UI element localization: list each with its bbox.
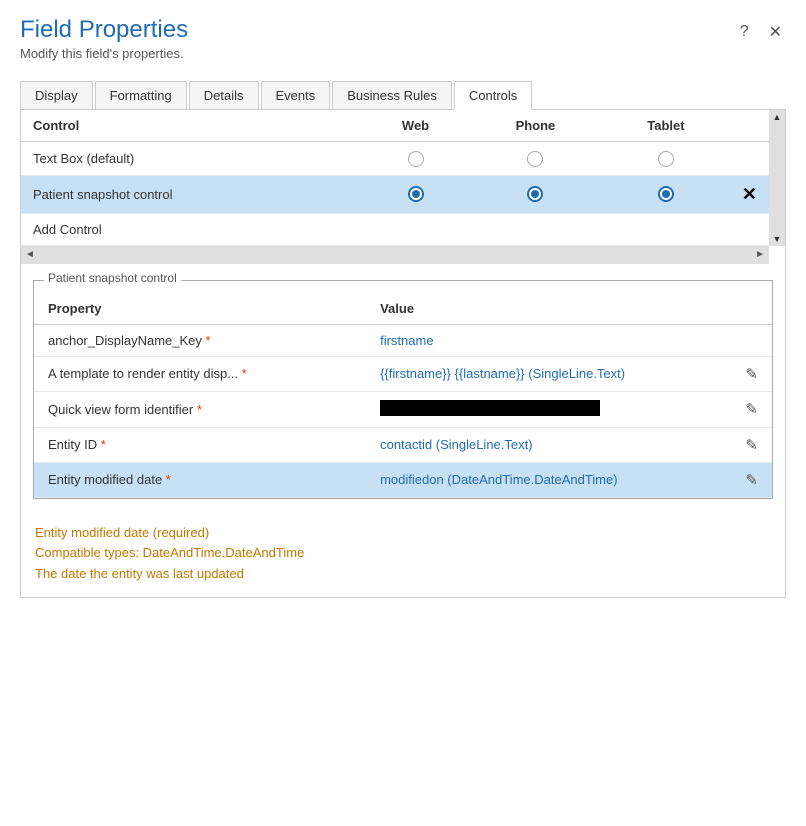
property-row[interactable]: A template to render entity disp... * {{… xyxy=(34,356,772,391)
prop-name: A template to render entity disp... * xyxy=(34,356,366,391)
edit-cell[interactable]: ✎ xyxy=(731,356,772,391)
add-control-label[interactable]: Add Control xyxy=(21,213,362,245)
tab-formatting[interactable]: Formatting xyxy=(95,81,187,109)
delete-cell[interactable]: ✕ xyxy=(730,175,769,213)
required-star: * xyxy=(166,472,171,487)
prop-name: Entity ID * xyxy=(34,427,366,462)
prop-name: Quick view form identifier * xyxy=(34,391,366,427)
property-table: Property Value anchor_DisplayName_Key * … xyxy=(34,293,772,498)
prop-value: modifiedon (DateAndTime.DateAndTime) xyxy=(366,462,731,497)
edit-cell[interactable]: ✎ xyxy=(731,462,772,497)
table-row[interactable]: Patient snapshot control ✕ xyxy=(21,175,769,213)
add-control-row[interactable]: Add Control xyxy=(21,213,769,245)
tabs: Display Formatting Details Events Busine… xyxy=(20,81,786,109)
property-row-selected[interactable]: Entity modified date * modifiedon (DateA… xyxy=(34,462,772,497)
scroll-up-arrow[interactable]: ▲ xyxy=(769,110,785,124)
value-header: Value xyxy=(366,293,731,325)
web-radio-filled[interactable] xyxy=(362,175,469,213)
property-row[interactable]: anchor_DisplayName_Key * firstname xyxy=(34,324,772,356)
prop-value-black xyxy=(380,400,600,416)
info-line-2: Compatible types: DateAndTime.DateAndTim… xyxy=(35,543,771,564)
controls-table: Control Web Phone Tablet Text Box (defau… xyxy=(21,110,769,246)
edit-icon[interactable]: ✎ xyxy=(745,401,758,418)
edit-cell[interactable]: ✎ xyxy=(731,391,772,427)
scroll-right-arrow[interactable]: ► xyxy=(751,249,769,260)
tab-controls[interactable]: Controls xyxy=(454,81,532,110)
prop-name: anchor_DisplayName_Key * xyxy=(34,324,366,356)
table-row[interactable]: Text Box (default) xyxy=(21,142,769,176)
scroll-down-arrow[interactable]: ▼ xyxy=(769,232,785,246)
radio-circle-tablet[interactable] xyxy=(658,151,674,167)
prop-value: firstname xyxy=(366,324,731,356)
edit-cell xyxy=(731,324,772,356)
col-header-phone: Phone xyxy=(469,110,602,142)
required-star: * xyxy=(101,437,106,452)
scroll-left-arrow[interactable]: ◄ xyxy=(21,249,39,260)
required-star: * xyxy=(242,366,247,381)
controls-table-outer: Control Web Phone Tablet Text Box (defau… xyxy=(21,110,785,264)
help-button[interactable]: ? xyxy=(736,21,753,43)
edit-icon[interactable]: ✎ xyxy=(745,472,758,489)
property-row[interactable]: Quick view form identifier * ✎ xyxy=(34,391,772,427)
required-star: * xyxy=(206,333,211,348)
info-line-1: Entity modified date (required) xyxy=(35,523,771,544)
scroll-track-vertical xyxy=(769,124,785,232)
tabs-container: Display Formatting Details Events Busine… xyxy=(20,81,786,110)
dialog-title: Field Properties xyxy=(20,16,188,44)
info-line-3: The date the entity was last updated xyxy=(35,564,771,585)
control-name: Text Box (default) xyxy=(21,142,362,176)
vertical-scrollbar[interactable]: ▲ ▼ xyxy=(769,110,785,246)
tab-display[interactable]: Display xyxy=(20,81,93,109)
prop-value xyxy=(366,391,731,427)
tablet-radio-filled[interactable] xyxy=(602,175,730,213)
radio-filled-tablet[interactable] xyxy=(658,186,674,202)
property-section-title: Patient snapshot control xyxy=(44,271,181,285)
col-header-tablet: Tablet xyxy=(602,110,730,142)
header-left: Field Properties Modify this field's pro… xyxy=(20,16,188,61)
scroll-track-horizontal xyxy=(39,249,751,261)
radio-circle-web[interactable] xyxy=(408,151,424,167)
tab-events[interactable]: Events xyxy=(261,81,331,109)
property-row[interactable]: Entity ID * contactid (SingleLine.Text) … xyxy=(34,427,772,462)
phone-radio-filled[interactable] xyxy=(469,175,602,213)
phone-radio-empty[interactable] xyxy=(469,142,602,176)
edit-cell[interactable]: ✎ xyxy=(731,427,772,462)
prop-value-text: {{firstname}} {{lastname}} (SingleLine.T… xyxy=(380,366,625,381)
property-header: Property xyxy=(34,293,366,325)
prop-value-text: modifiedon (DateAndTime.DateAndTime) xyxy=(380,472,617,487)
tab-details[interactable]: Details xyxy=(189,81,259,109)
tab-content: Control Web Phone Tablet Text Box (defau… xyxy=(20,110,786,598)
delete-icon[interactable]: ✕ xyxy=(742,184,757,204)
field-properties-dialog: Field Properties Modify this field's pro… xyxy=(0,0,806,826)
col-header-control: Control xyxy=(21,110,362,142)
radio-filled-phone[interactable] xyxy=(527,186,543,202)
control-name: Patient snapshot control xyxy=(21,175,362,213)
radio-filled-web[interactable] xyxy=(408,186,424,202)
required-star: * xyxy=(197,402,202,417)
property-section: Patient snapshot control Property Value … xyxy=(33,280,773,499)
prop-name: Entity modified date * xyxy=(34,462,366,497)
prop-value: contactid (SingleLine.Text) xyxy=(366,427,731,462)
horizontal-scrollbar[interactable]: ◄ ► xyxy=(21,246,769,264)
prop-value: {{firstname}} {{lastname}} (SingleLine.T… xyxy=(366,356,731,391)
edit-icon[interactable]: ✎ xyxy=(745,366,758,383)
radio-circle-phone[interactable] xyxy=(527,151,543,167)
info-section: Entity modified date (required) Compatib… xyxy=(21,515,785,597)
web-radio-empty[interactable] xyxy=(362,142,469,176)
col-header-web: Web xyxy=(362,110,469,142)
close-button[interactable]: ✕ xyxy=(765,20,786,44)
dialog-header: Field Properties Modify this field's pro… xyxy=(20,16,786,61)
edit-icon[interactable]: ✎ xyxy=(745,437,758,454)
prop-value-text: firstname xyxy=(380,333,433,348)
dialog-subtitle: Modify this field's properties. xyxy=(20,46,188,61)
action-cell xyxy=(730,142,769,176)
tablet-radio-empty[interactable] xyxy=(602,142,730,176)
dialog-actions: ? ✕ xyxy=(736,20,786,44)
tab-business-rules[interactable]: Business Rules xyxy=(332,81,452,109)
controls-table-wrapper: Control Web Phone Tablet Text Box (defau… xyxy=(21,110,769,246)
prop-value-text: contactid (SingleLine.Text) xyxy=(380,437,532,452)
